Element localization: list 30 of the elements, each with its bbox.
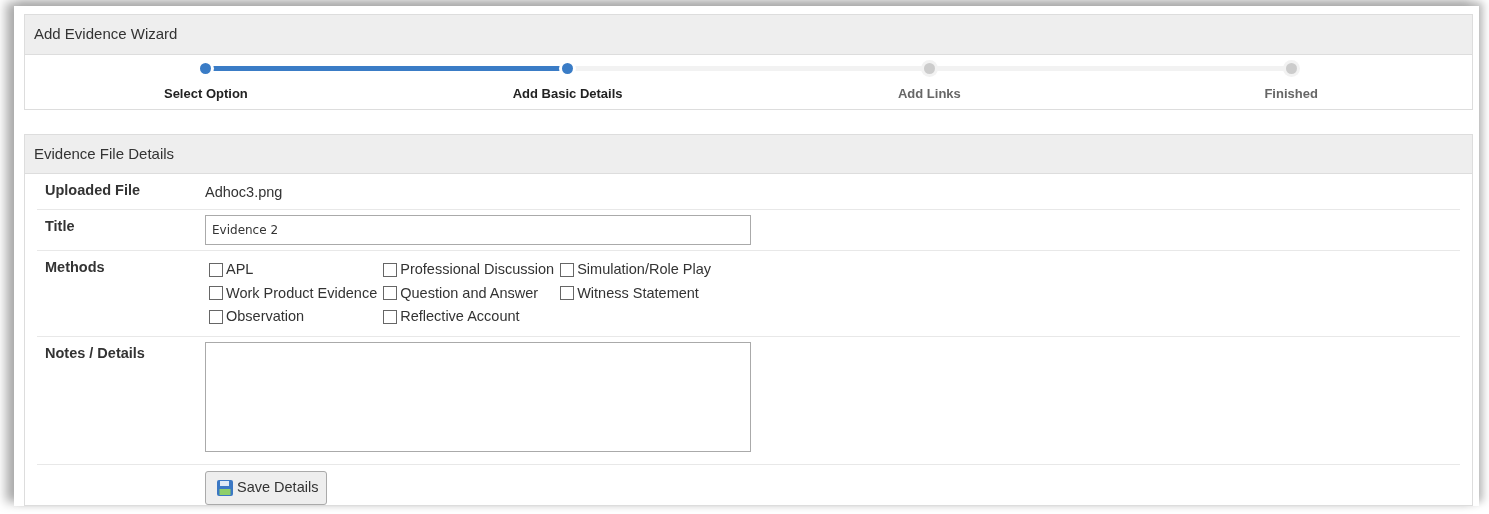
field-label: Uploaded File: [44, 181, 142, 200]
step-label: Select Option: [163, 84, 248, 103]
checkbox-label: Witness Statement: [577, 283, 699, 303]
field-label: Methods: [44, 257, 106, 277]
title-field[interactable]: Evidence 2: [205, 214, 751, 245]
checkbox-label: Observation: [226, 307, 305, 327]
step-label: Finished: [1264, 84, 1318, 103]
checkbox[interactable]: [383, 262, 398, 277]
save-button[interactable]: Save Details: [205, 470, 328, 505]
field-label: Title: [44, 216, 76, 236]
checkbox[interactable]: [209, 286, 223, 301]
file-name: Adhoc3.png: [205, 184, 283, 200]
checkbox[interactable]: [560, 286, 575, 301]
checkbox-label: Professional Discussion: [400, 259, 555, 279]
checkbox-label: Question and Answer: [400, 283, 539, 303]
checkbox[interactable]: [209, 310, 223, 325]
checkbox[interactable]: [209, 262, 223, 277]
notes-field[interactable]: [205, 342, 751, 452]
checkbox-label: Work Product Evidence: [226, 283, 378, 303]
checkbox-label: Simulation/Role Play: [577, 259, 711, 279]
step-label: Add Basic Details: [512, 84, 623, 103]
checkbox-label: Reflective Account: [400, 307, 520, 327]
checkbox-label: APL: [226, 259, 254, 279]
checkbox[interactable]: [383, 286, 398, 301]
checkbox[interactable]: [560, 262, 575, 277]
panel-header: Evidence File Details: [25, 134, 1472, 174]
checkbox[interactable]: [383, 310, 398, 325]
field-label: Notes / Details: [44, 344, 146, 363]
panel-header: Add Evidence Wizard: [25, 15, 1472, 55]
step-label: Add Links: [897, 84, 961, 103]
